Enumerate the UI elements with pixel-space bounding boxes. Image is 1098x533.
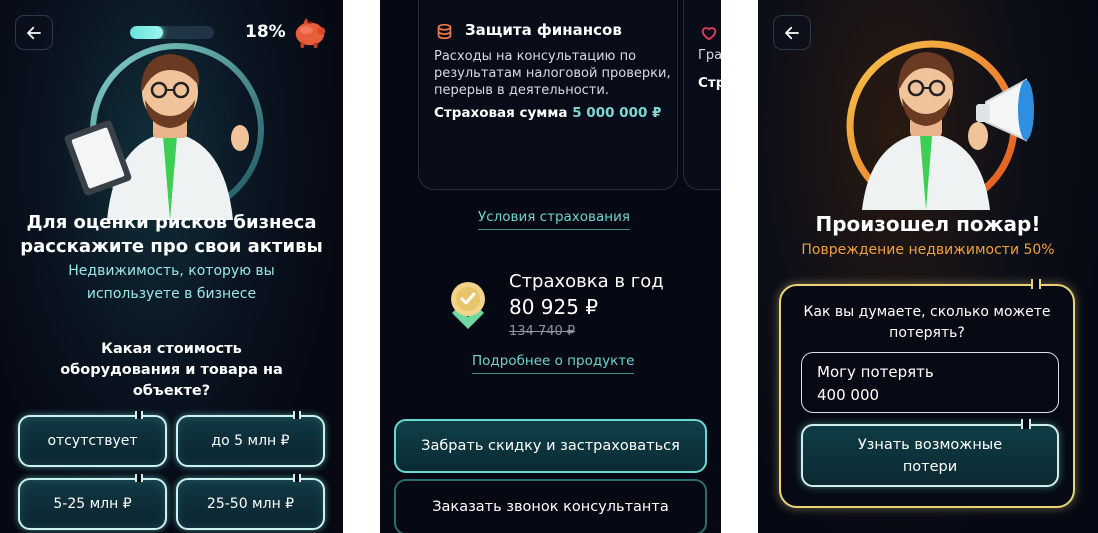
badge-icon <box>451 282 485 329</box>
product-details-link[interactable]: Подробнее о продукте <box>472 353 635 374</box>
card-title: Защита финансов <box>465 21 622 39</box>
buy-insurance-button[interactable]: Забрать скидку и застраховаться <box>394 419 707 473</box>
consultant-megaphone-illustration <box>846 40 1034 210</box>
coins-icon <box>437 23 452 40</box>
option-label: 25-50 млн ₽ <box>206 496 295 512</box>
screen-assets-question: 18% Для оценки рисков бизнеса расскажите… <box>0 0 343 533</box>
arrow-left-icon <box>27 26 41 39</box>
card-description: Расходы на консультацию по результатам н… <box>434 49 671 98</box>
loss-estimate-card: Как вы думаете, сколько можете потерять?… <box>779 279 1075 508</box>
option-25-50m[interactable]: 25-50 млн ₽ <box>176 474 325 530</box>
progress-bar <box>130 26 214 39</box>
progress-percent: 18% <box>245 22 286 42</box>
price-value: 80 925 ₽ <box>509 295 599 319</box>
loss-field-value: 400 000 <box>817 386 880 404</box>
option-label: отсутствует <box>47 433 138 449</box>
card-title: Грах <box>698 48 721 63</box>
back-button[interactable] <box>15 15 53 50</box>
loss-estimate-field[interactable]: Могу потерять 400 000 <box>801 352 1059 413</box>
progress-fill <box>130 26 164 39</box>
terms-link[interactable]: Условия страхования <box>478 209 631 230</box>
page-title: Для оценки рисков бизнеса расскажите про… <box>20 212 323 257</box>
shield-heart-icon <box>701 27 717 41</box>
coverage-card-finance[interactable]: Защита финансов Расходы на консультацию … <box>418 0 678 190</box>
insured-sum: Страховая сумма 5 000 000 ₽ <box>434 105 662 121</box>
damage-subtitle: Повреждение недвижимости 50% <box>801 242 1055 258</box>
option-none[interactable]: отсутствует <box>18 411 167 467</box>
question-text: Как вы думаете, сколько можете потерять? <box>803 304 1051 341</box>
old-price: 134 740 ₽ <box>509 324 576 339</box>
loss-field-label: Могу потерять <box>817 363 934 381</box>
option-label: 5-25 млн ₽ <box>53 496 132 512</box>
question-text: Какая стоимость оборудования и товара на… <box>60 341 283 399</box>
option-label: до 5 млн ₽ <box>211 433 290 449</box>
piggy-bank-icon <box>295 17 326 49</box>
back-button[interactable] <box>773 15 811 50</box>
consultant-illustration <box>64 43 264 220</box>
show-losses-button[interactable]: Узнать возможные потери <box>801 419 1059 487</box>
page-subtitle: Недвижимость, которую вы используете в б… <box>68 263 275 302</box>
coverage-card-next[interactable]: Грах Стр <box>683 0 721 190</box>
call-consultant-button[interactable]: Заказать звонок консультанта <box>394 479 707 533</box>
option-up-to-5m[interactable]: до 5 млн ₽ <box>176 411 325 467</box>
screen-insurance-offer: Защита финансов Расходы на консультацию … <box>380 0 721 533</box>
page-title: Произошел пожар! <box>815 212 1041 236</box>
price-label: Страховка в год <box>509 271 664 292</box>
arrow-left-icon <box>785 26 799 39</box>
screen-fire-scenario: Произошел пожар! Повреждение недвижимост… <box>758 0 1098 533</box>
option-5-25m[interactable]: 5-25 млн ₽ <box>18 474 167 530</box>
insured-sum: Стр <box>698 75 721 91</box>
